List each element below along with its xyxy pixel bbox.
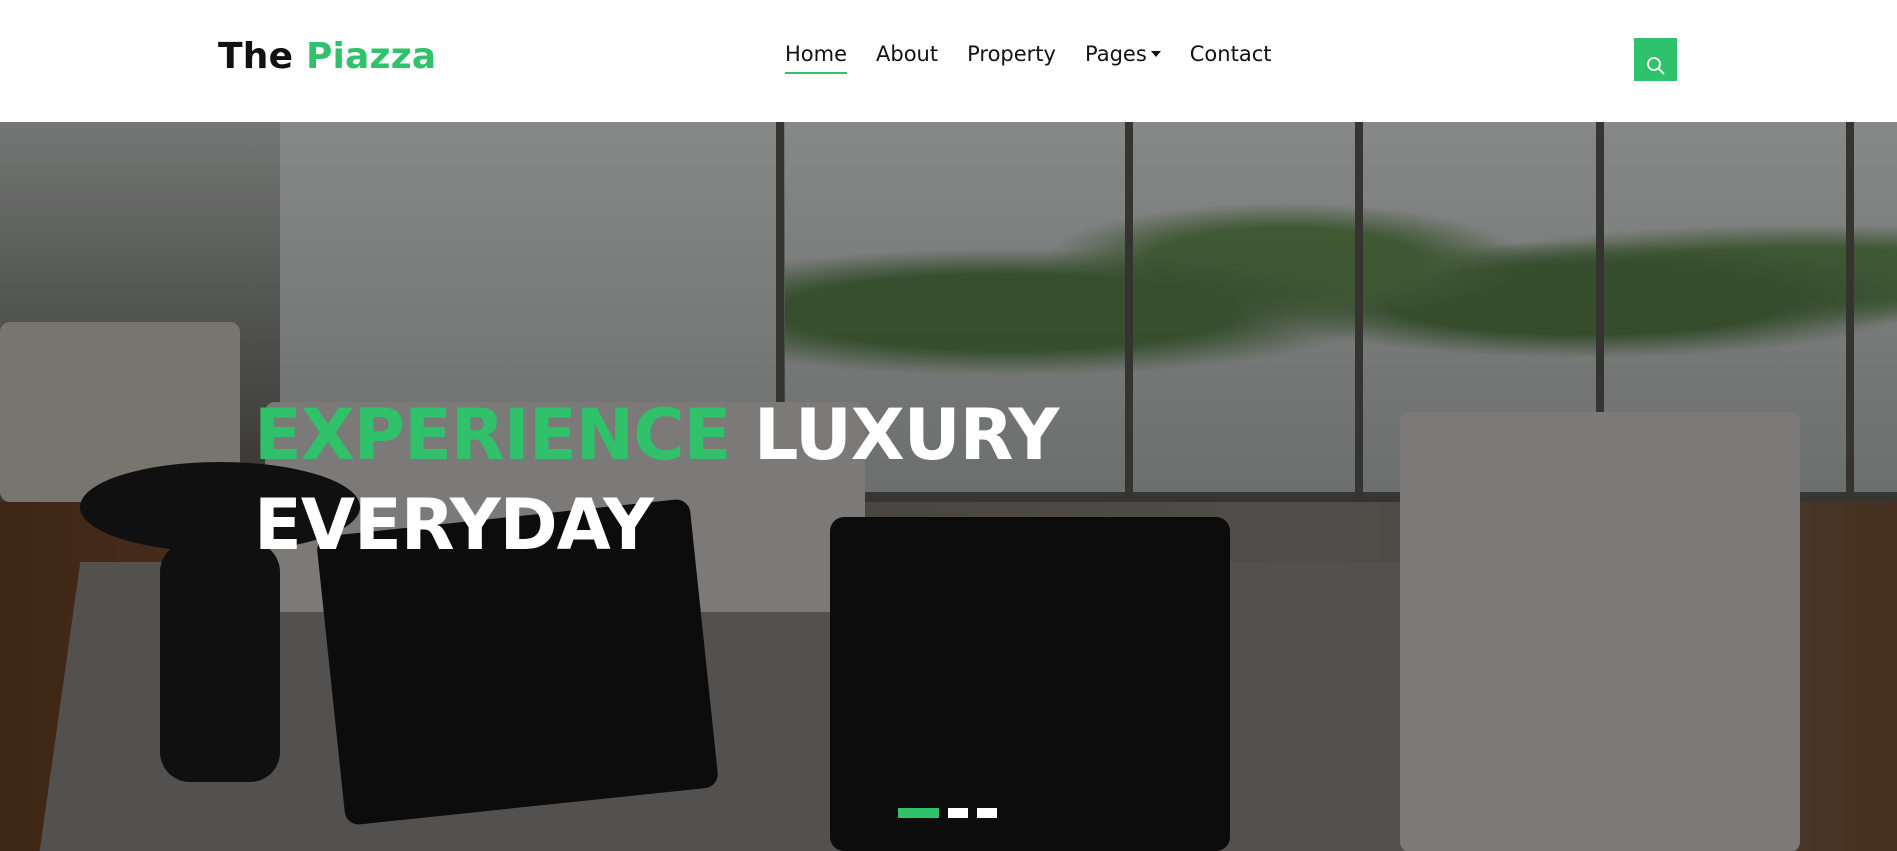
brand-part-2: Piazza	[305, 36, 437, 77]
search-icon	[1647, 57, 1665, 75]
nav-item-property: Property	[967, 42, 1056, 74]
main-nav: Home About Property Pages Contact	[785, 42, 1271, 74]
hero-title-line2: EVERYDAY	[254, 484, 654, 566]
hero-title-accent: EXPERIENCE	[254, 394, 731, 476]
nav-item-pages: Pages	[1085, 42, 1161, 74]
nav-item-home: Home	[785, 42, 848, 74]
hero-title-line1: LUXURY	[753, 394, 1060, 476]
hero-title: EXPERIENCE LUXURY EVERYDAY	[254, 390, 1060, 570]
nav-link-pages[interactable]: Pages	[1085, 42, 1161, 72]
nav-link-about[interactable]: About	[876, 42, 938, 72]
brand-part-1: The	[218, 36, 294, 77]
nav-link-home[interactable]: Home	[785, 42, 848, 74]
chevron-down-icon	[1150, 51, 1161, 57]
nav-link-property[interactable]: Property	[967, 42, 1056, 72]
nav-item-contact: Contact	[1190, 42, 1272, 74]
carousel-indicator-3[interactable]	[977, 808, 997, 818]
nav-item-about: About	[876, 42, 938, 74]
brand-logo[interactable]: The Piazza	[218, 36, 436, 77]
carousel-indicators	[898, 808, 997, 818]
nav-link-pages-label: Pages	[1084, 42, 1147, 66]
hero-carousel: EXPERIENCE LUXURY EVERYDAY	[0, 122, 1897, 851]
navbar: The Piazza Home About Property Pages Con…	[0, 0, 1897, 122]
nav-link-contact[interactable]: Contact	[1190, 42, 1272, 72]
search-button[interactable]	[1634, 38, 1677, 81]
carousel-indicator-1[interactable]	[898, 808, 939, 818]
carousel-indicator-2[interactable]	[948, 808, 968, 818]
